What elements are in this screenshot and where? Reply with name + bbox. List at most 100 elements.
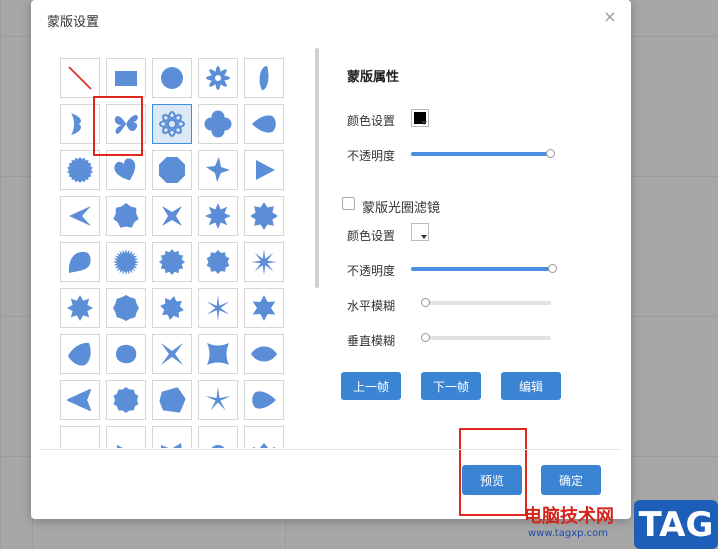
shape-cell-half-d[interactable]	[198, 426, 238, 448]
half-b-icon	[117, 445, 123, 448]
opacity-slider-thumb[interactable]	[546, 149, 555, 158]
footer-divider	[41, 449, 621, 450]
star-thin-8-icon	[251, 249, 277, 275]
star-4-icon	[162, 206, 182, 226]
shape-cell-clover[interactable]	[198, 104, 238, 144]
confirm-button[interactable]: 确定	[541, 465, 601, 495]
shape-cell-star-thin-8[interactable]	[244, 242, 284, 282]
halo-opacity-slider-fill	[411, 267, 553, 271]
shape-cell-octagon[interactable]	[106, 288, 146, 328]
shape-cell-star-3[interactable]	[60, 196, 100, 236]
circle-icon	[161, 67, 183, 89]
asterisk-icon	[206, 66, 230, 90]
burst-circle-icon	[67, 157, 93, 183]
shape-cell-circle[interactable]	[152, 58, 192, 98]
shape-cell-star-4-skew[interactable]	[198, 150, 238, 190]
half-a-icon	[65, 431, 95, 448]
shape-cell-x-cross[interactable]	[152, 334, 192, 374]
vertical-blur-label: 垂直模糊	[347, 334, 396, 348]
shape-cell-half-c[interactable]	[152, 426, 192, 448]
shape-cell-sunburst[interactable]	[106, 242, 146, 282]
halo-opacity-slider-thumb[interactable]	[548, 264, 557, 273]
shape-cell-star-12[interactable]	[152, 242, 192, 282]
mask-properties-title: 蒙版属性	[347, 70, 400, 85]
half-d-icon	[211, 445, 225, 448]
halo-filter-checkbox[interactable]	[342, 197, 355, 210]
star-12-icon	[159, 249, 185, 275]
shape-cell-teardrop-left[interactable]	[244, 104, 284, 144]
close-icon[interactable]: ×	[603, 9, 617, 25]
shape-cell-triangle-right[interactable]	[244, 150, 284, 190]
shape-cell-teardrop-right[interactable]	[244, 380, 284, 420]
shape-cell-egg[interactable]	[106, 334, 146, 374]
shape-cell-heptagon[interactable]	[106, 196, 146, 236]
shape-cell-star-8-b[interactable]	[60, 288, 100, 328]
shape-cell-half-b[interactable]	[106, 426, 146, 448]
shape-cell-star-thin-6[interactable]	[198, 288, 238, 328]
shape-cell-decagon[interactable]	[106, 380, 146, 420]
octagon-icon	[113, 295, 139, 321]
opacity-slider[interactable]	[411, 149, 555, 158]
shape-cell-square-concave[interactable]	[198, 334, 238, 374]
line-icon	[68, 66, 92, 90]
star-thin-6-icon	[206, 295, 230, 321]
shape-cell-octagon-round[interactable]	[152, 150, 192, 190]
watermark-url: www.tagxp.com	[528, 528, 608, 539]
badge-10-icon	[206, 250, 230, 274]
vertical-blur-slider-thumb[interactable]	[421, 333, 430, 342]
shape-cell-star-4[interactable]	[152, 196, 192, 236]
shape-grid-scrollbar[interactable]	[315, 48, 319, 288]
shape-cell-star-8-c[interactable]	[152, 288, 192, 328]
shape-cell-asterisk[interactable]	[198, 58, 238, 98]
shape-cell-burst-circle[interactable]	[60, 150, 100, 190]
halo-color-picker[interactable]	[411, 223, 429, 241]
shape-cell-line[interactable]	[60, 58, 100, 98]
shape-cell-star-6[interactable]	[244, 288, 284, 328]
star-8-icon	[205, 203, 231, 229]
watermark-site-name: 电脑技术网	[524, 506, 614, 527]
horizontal-blur-slider[interactable]	[421, 298, 551, 307]
color-label: 颜色设置	[347, 114, 396, 128]
halo-opacity-label: 不透明度	[347, 264, 396, 278]
star-thin-4-icon	[205, 387, 231, 411]
x-cross-icon	[161, 343, 183, 365]
shape-cell-leaf-left[interactable]	[60, 334, 100, 374]
shape-cell-triangle-left[interactable]	[60, 380, 100, 420]
rounded-blob-icon	[159, 387, 186, 413]
shape-cell-lens[interactable]	[244, 334, 284, 374]
shape-cell-star-8[interactable]	[198, 196, 238, 236]
shape-cell-ellipse-bent[interactable]	[244, 58, 284, 98]
shape-cell-star-8-round[interactable]	[244, 196, 284, 236]
bowtie-half-icon	[71, 113, 81, 135]
prev-frame-button[interactable]: 上一帧	[341, 372, 401, 400]
shape-cell-star-thin-4[interactable]	[198, 380, 238, 420]
vertical-blur-slider[interactable]	[421, 333, 551, 342]
star-3-icon	[69, 206, 91, 226]
star-6-icon	[252, 295, 276, 321]
halo-opacity-slider[interactable]	[411, 264, 557, 273]
mask-settings-dialog: 蒙版设置 × 蒙版属性 颜色设置 不透明度 蒙版光圈滤镜 颜色设置 不透明度 水…	[31, 0, 631, 519]
shape-cell-half-a[interactable]	[60, 426, 100, 448]
opacity-label: 不透明度	[347, 149, 396, 163]
leaf-left-icon	[68, 342, 91, 366]
teardrop-right-icon	[252, 391, 276, 409]
shape-cell-flower-rings[interactable]	[152, 104, 192, 144]
shape-cell-half-e[interactable]	[244, 426, 284, 448]
shape-cell-rectangle[interactable]	[106, 58, 146, 98]
watermark-logo: TAG	[634, 500, 718, 549]
shape-cell-badge-10[interactable]	[198, 242, 238, 282]
next-frame-button[interactable]: 下一帧	[421, 372, 481, 400]
halo-color-label: 颜色设置	[347, 229, 396, 243]
chevron-down-icon	[421, 121, 427, 125]
half-e-icon	[253, 443, 275, 448]
preview-button[interactable]: 预览	[462, 465, 522, 495]
shape-cell-blob-fan[interactable]	[60, 242, 100, 282]
shape-cell-heart[interactable]	[106, 150, 146, 190]
octagon-round-icon	[159, 157, 185, 183]
horizontal-blur-slider-thumb[interactable]	[421, 298, 430, 307]
edit-button[interactable]: 编辑	[501, 372, 561, 400]
shape-cell-rounded-blob[interactable]	[152, 380, 192, 420]
heart-icon	[114, 158, 136, 181]
mask-color-picker[interactable]	[411, 109, 429, 127]
highlight-box-shape	[93, 96, 143, 156]
